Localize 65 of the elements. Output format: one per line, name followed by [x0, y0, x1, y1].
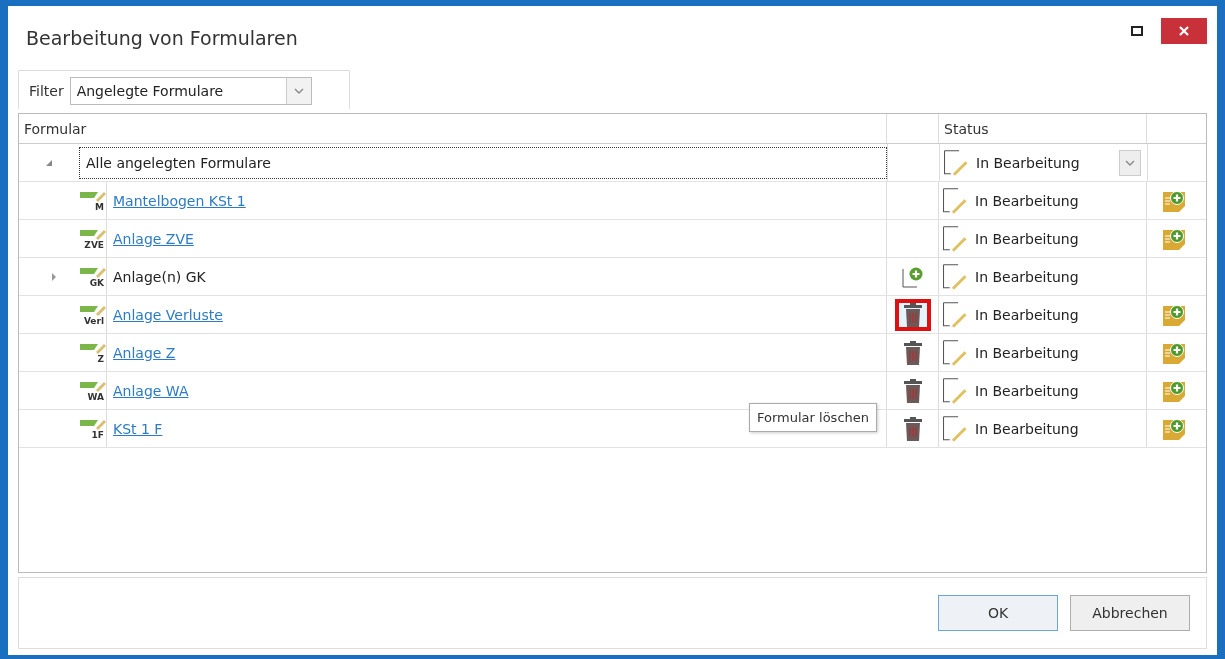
chevron-down-icon	[293, 88, 304, 94]
add-note-icon[interactable]	[1162, 302, 1186, 327]
trash-icon	[902, 302, 923, 327]
tree-node[interactable]: Alle angelegten Formulare	[79, 146, 887, 179]
form-icon	[80, 341, 106, 354]
status-text: In Bearbeitung	[975, 192, 1079, 209]
cancel-button[interactable]: Abbrechen	[1070, 595, 1190, 631]
form-icon	[80, 417, 106, 430]
delete-button[interactable]	[894, 298, 931, 331]
trash-icon	[902, 416, 923, 441]
edit-status-icon	[943, 377, 967, 404]
form-link[interactable]: Mantelbogen KSt 1	[113, 192, 246, 209]
add-note-icon[interactable]	[1162, 226, 1186, 251]
form-link[interactable]: Anlage ZVE	[113, 230, 194, 247]
add-note-icon[interactable]	[1162, 188, 1186, 213]
form-icon	[80, 303, 106, 316]
status-text: In Bearbeitung	[975, 230, 1079, 247]
form-group-label[interactable]: Anlage(n) GK	[113, 268, 206, 285]
filter-label: Filter	[29, 83, 64, 99]
status-text: In Bearbeitung	[975, 420, 1079, 437]
add-note-icon[interactable]	[1162, 378, 1186, 403]
trash-icon	[902, 378, 923, 403]
edit-status-icon	[943, 263, 967, 290]
add-note-icon[interactable]	[1162, 340, 1186, 365]
column-header[interactable]: Formular	[19, 114, 887, 143]
add-document-icon	[901, 265, 924, 288]
form-link[interactable]: KSt 1 F	[113, 420, 163, 437]
edit-status-icon	[943, 187, 967, 214]
form-icon	[80, 265, 106, 278]
form-icon	[80, 189, 106, 202]
edit-status-icon	[943, 225, 967, 252]
edit-status-icon	[943, 301, 967, 328]
form-code: WA	[87, 391, 104, 402]
status-text: In Bearbeitung	[975, 268, 1079, 285]
tooltip: Formular löschen	[749, 403, 877, 432]
form-code: GK	[89, 277, 104, 288]
form-code: M	[95, 201, 104, 212]
column-header[interactable]: Status	[939, 114, 1147, 143]
chevron-down-icon	[1125, 159, 1135, 166]
edit-status-icon	[943, 415, 967, 442]
close-icon	[1178, 25, 1190, 37]
status-text: In Bearbeitung	[975, 344, 1079, 361]
form-code: Z	[97, 353, 104, 364]
window-title: Bearbeitung von Formularen	[26, 27, 298, 49]
add-note-icon[interactable]	[1162, 416, 1186, 441]
status-text: In Bearbeitung	[975, 306, 1079, 323]
form-icon	[80, 379, 106, 392]
form-link[interactable]: Anlage Z	[113, 344, 176, 361]
edit-status-icon	[943, 339, 967, 366]
status-text: In Bearbeitung	[975, 382, 1079, 399]
ok-button[interactable]: OK	[938, 595, 1058, 631]
form-code: Verl	[83, 315, 104, 326]
edit-status-icon	[944, 149, 968, 176]
form-link[interactable]: Anlage Verluste	[113, 306, 223, 323]
form-link[interactable]: Anlage WA	[113, 382, 189, 399]
close-button[interactable]	[1161, 18, 1207, 44]
collapse-arrow-icon[interactable]	[45, 158, 53, 167]
maximize-icon	[1131, 26, 1143, 36]
expand-arrow-icon[interactable]	[51, 272, 57, 281]
filter-dropdown[interactable]: Angelegte Formulare	[69, 77, 312, 105]
form-icon	[80, 227, 106, 240]
status-dropdown[interactable]: In Bearbeitung	[940, 149, 1147, 176]
form-code: 1F	[91, 429, 104, 440]
trash-icon	[902, 340, 923, 365]
form-code: ZVE	[84, 239, 104, 250]
